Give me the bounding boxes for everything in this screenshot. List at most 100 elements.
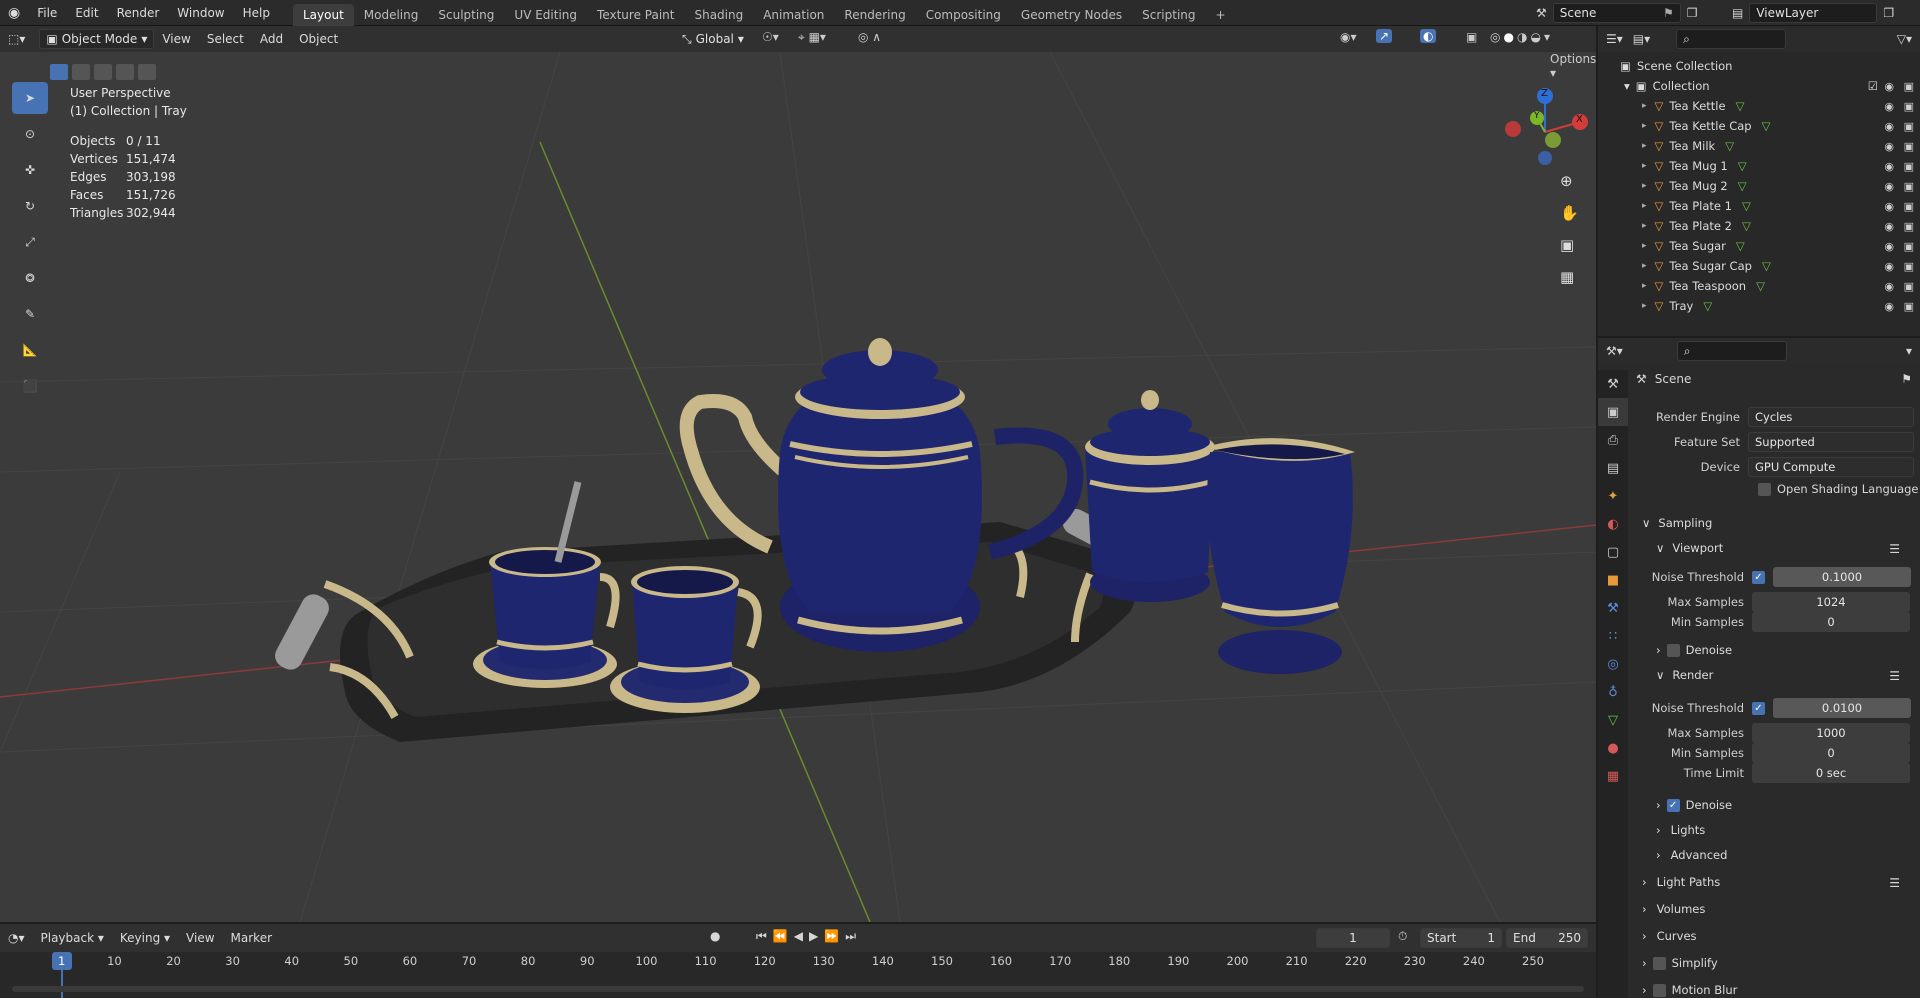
outliner-item[interactable]: ▸ ▽ Tea Mug 2 ▽ ◉ ▣ — [1598, 176, 1920, 196]
stopwatch-icon[interactable]: ⏱ — [1398, 929, 1407, 944]
tab-shading[interactable]: Shading — [684, 4, 753, 26]
vp-denoise-subpanel[interactable]: › Denoise — [1656, 643, 1732, 657]
tab-modeling[interactable]: Modeling — [354, 4, 429, 26]
chevron-down-icon[interactable]: ▾ — [1906, 344, 1912, 358]
mesh-data-icon[interactable]: ▽ — [1762, 119, 1771, 133]
outliner-item[interactable]: ▸ ▽ Tea Milk ▽ ◉ ▣ — [1598, 136, 1920, 156]
camera-icon[interactable]: ▣ — [1904, 160, 1914, 173]
editor-type-icon[interactable]: ⚒▾ — [1606, 344, 1623, 358]
outliner-item[interactable]: ▸ ▽ Tea Kettle Cap ▽ ◉ ▣ — [1598, 116, 1920, 136]
mesh-data-icon[interactable]: ▽ — [1736, 99, 1745, 113]
display-mode-icon[interactable]: ▤▾ — [1633, 32, 1650, 46]
visibility-icon[interactable]: ◉▾ — [1340, 30, 1357, 44]
start-frame-field[interactable]: Start 1 — [1420, 928, 1502, 948]
menu-file[interactable]: File — [28, 0, 66, 26]
jump-start-icon[interactable]: ⏮ — [756, 929, 767, 944]
modifier-tab-icon[interactable]: ⚒ — [1598, 594, 1628, 622]
pin-icon[interactable]: ⚑ — [1663, 6, 1674, 20]
new-view-layer-icon[interactable]: ❐ — [1883, 6, 1894, 20]
outliner-item[interactable]: ▸ ▽ Tea Plate 1 ▽ ◉ ▣ — [1598, 196, 1920, 216]
camera-icon[interactable]: ▣ — [1904, 280, 1914, 293]
tab-texture-paint[interactable]: Texture Paint — [587, 4, 684, 26]
outliner-item[interactable]: ▸ ▽ Tea Teaspoon ▽ ◉ ▣ — [1598, 276, 1920, 296]
editor-type-icon[interactable]: ⬚▾ — [0, 26, 33, 52]
eye-icon[interactable]: ◉ — [1884, 100, 1894, 113]
move-tool[interactable]: ✜ — [12, 154, 48, 186]
transform-orientation-dropdown[interactable]: ⤡ Global ▾ — [676, 29, 750, 49]
mesh-data-icon[interactable]: ▽ — [1725, 139, 1734, 153]
r-noise-threshold-field[interactable]: 0.0100 — [1773, 698, 1911, 718]
blender-logo-icon[interactable]: ◉ — [0, 0, 28, 26]
next-keyframe-icon[interactable]: ⏩ — [824, 929, 839, 944]
tool-tab-icon[interactable]: ⚒ — [1598, 370, 1628, 398]
motion-blur-panel[interactable]: › Motion Blur — [1642, 983, 1737, 997]
texture-tab-icon[interactable]: ▦ — [1598, 762, 1628, 790]
list-icon[interactable]: ☰ — [1889, 669, 1900, 683]
chevron-right-icon[interactable]: ▸ — [1642, 101, 1647, 111]
outliner-search-input[interactable]: ⌕ — [1676, 29, 1787, 49]
menu-window[interactable]: Window — [168, 0, 233, 26]
list-icon[interactable]: ☰ — [1889, 542, 1900, 556]
outliner-item[interactable]: ▸ ▽ Tea Sugar Cap ▽ ◉ ▣ — [1598, 256, 1920, 276]
volumes-panel[interactable]: › Volumes — [1642, 902, 1705, 916]
r-max-samples-field[interactable]: 1000 — [1752, 723, 1910, 743]
constraint-tab-icon[interactable]: ♁ — [1598, 678, 1628, 706]
menu-edit[interactable]: Edit — [66, 0, 107, 26]
scale-tool[interactable]: ⤢ — [12, 226, 48, 258]
mesh-data-icon[interactable]: ▽ — [1738, 179, 1747, 193]
object-tab-icon[interactable]: ■ — [1598, 566, 1628, 594]
outliner-item[interactable]: ▸ ▽ Tea Sugar ▽ ◉ ▣ — [1598, 236, 1920, 256]
vp-denoise-checkbox[interactable] — [1666, 643, 1680, 657]
overlay-toggle-icon[interactable]: ◐ — [1420, 29, 1437, 43]
vp-min-samples-field[interactable]: 0 — [1752, 612, 1910, 632]
menu-timeline-view[interactable]: View — [178, 925, 222, 951]
camera-view-icon[interactable]: ▣ — [1560, 236, 1579, 254]
add-cube-tool[interactable]: ⬛ — [12, 370, 48, 402]
xray-icon[interactable]: ▣ — [1466, 30, 1477, 44]
simplify-panel[interactable]: › Simplify — [1642, 956, 1718, 970]
rotate-tool[interactable]: ↻ — [12, 190, 48, 222]
chevron-right-icon[interactable]: ▸ — [1642, 221, 1647, 231]
render-tab-icon[interactable]: ▣ — [1598, 398, 1628, 426]
record-icon[interactable]: ● — [710, 929, 720, 943]
chevron-right-icon[interactable]: ▸ — [1642, 281, 1647, 291]
navigation-gizmo[interactable]: Z X Y — [1500, 82, 1590, 172]
tab-sculpting[interactable]: Sculpting — [428, 4, 504, 26]
r-noise-threshold-checkbox[interactable]: ✓ — [1752, 701, 1765, 715]
new-scene-icon[interactable]: ❐ — [1687, 6, 1698, 20]
camera-icon[interactable]: ▣ — [1904, 200, 1914, 213]
motion-blur-checkbox[interactable] — [1652, 983, 1666, 997]
jump-end-icon[interactable]: ⏭ — [845, 929, 856, 944]
eye-icon[interactable]: ◉ — [1884, 240, 1894, 253]
r-denoise-checkbox[interactable]: ✓ — [1666, 798, 1680, 812]
transform-tool[interactable]: ⭗ — [12, 262, 48, 294]
mesh-data-icon[interactable]: ▽ — [1742, 199, 1751, 213]
menu-marker[interactable]: Marker — [223, 925, 280, 951]
tab-layout[interactable]: Layout — [292, 3, 354, 26]
camera-icon[interactable]: ▣ — [1904, 300, 1914, 313]
curves-panel[interactable]: › Curves — [1642, 929, 1697, 943]
solid-shading-icon[interactable]: ● — [1503, 30, 1513, 44]
outliner-item[interactable]: ▸ ▽ Tray ▽ ◉ ▣ — [1598, 296, 1920, 316]
select-invert-icon[interactable] — [116, 64, 134, 80]
pivot-icon[interactable]: ☉▾ — [762, 30, 779, 44]
chevron-down-icon[interactable]: ▾ — [1624, 79, 1630, 93]
advanced-subpanel[interactable]: › Advanced — [1656, 848, 1727, 862]
scene-name-field[interactable]: Scene ⚑ — [1552, 3, 1681, 23]
feature-set-dropdown[interactable]: Supported — [1748, 432, 1914, 452]
eye-icon[interactable]: ◉ — [1884, 80, 1894, 93]
osl-checkbox[interactable] — [1758, 482, 1771, 496]
chevron-right-icon[interactable]: ▸ — [1642, 201, 1647, 211]
vp-max-samples-field[interactable]: 1024 — [1752, 592, 1910, 612]
filter-icon[interactable]: ▽▾ — [1897, 32, 1912, 46]
select-new-icon[interactable] — [50, 64, 68, 80]
menu-keying[interactable]: Keying ▾ — [112, 925, 178, 951]
gizmo-toggle-icon[interactable]: ↗ — [1376, 29, 1393, 43]
outliner-collection[interactable]: ▾ ▣ Collection ☑ ◉ ▣ — [1598, 76, 1920, 96]
tab-uv-editing[interactable]: UV Editing — [504, 4, 587, 26]
lights-subpanel[interactable]: › Lights — [1656, 823, 1705, 837]
view-layer-tab-icon[interactable]: ▤ — [1598, 454, 1628, 482]
r-time-limit-field[interactable]: 0 sec — [1752, 763, 1910, 783]
scene-tab-icon[interactable]: ✦ — [1598, 482, 1628, 510]
chevron-right-icon[interactable]: ▸ — [1642, 121, 1647, 131]
